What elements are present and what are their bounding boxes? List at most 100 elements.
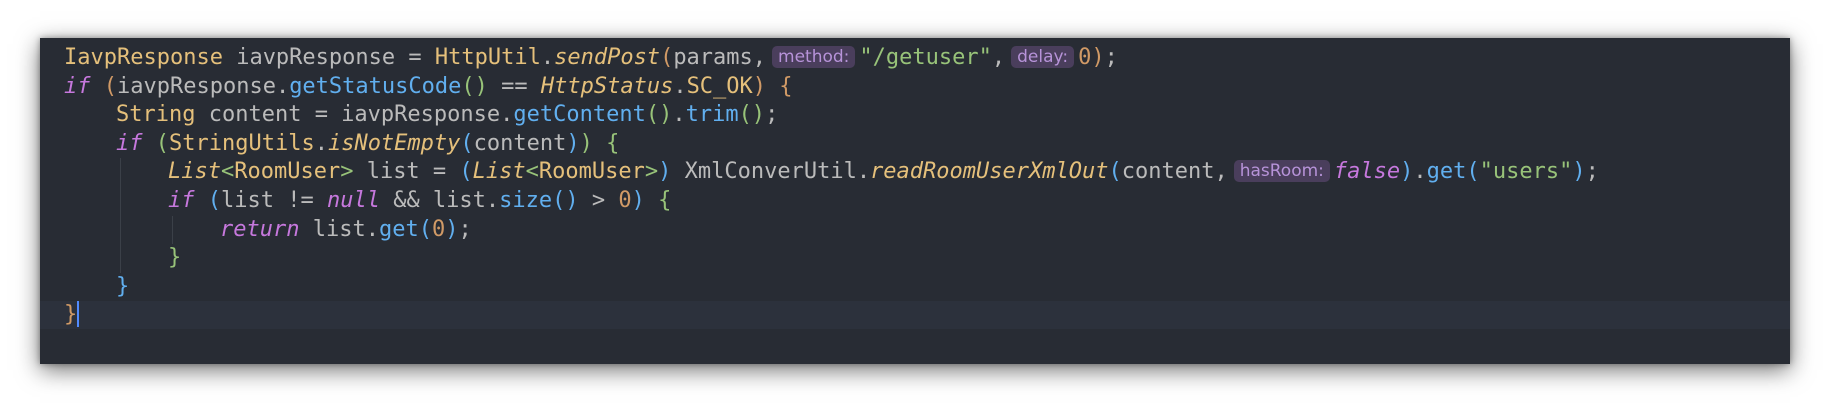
code-token: HttpStatus xyxy=(540,73,674,99)
code-token: ( xyxy=(660,45,674,70)
code-token: < xyxy=(525,159,539,185)
code-token: if xyxy=(116,130,143,156)
code-token: content, xyxy=(1121,159,1228,185)
code-token: ( xyxy=(418,216,432,242)
code-token: ( xyxy=(207,187,221,213)
code-line[interactable]: IavpResponse iavpResponse = HttpUtil.sen… xyxy=(64,44,1790,73)
code-token: ) xyxy=(1400,159,1414,185)
code-token: . xyxy=(1413,159,1427,185)
code-token: iavpResponse. xyxy=(117,73,290,99)
code-line[interactable]: } xyxy=(64,301,1790,330)
code-token: ( xyxy=(1108,159,1122,185)
code-token: ( xyxy=(1466,159,1480,185)
indent-guide xyxy=(120,186,121,216)
code-token: ( xyxy=(155,130,169,156)
code-token: sendPost xyxy=(554,45,661,70)
code-token: SC_OK xyxy=(686,73,753,99)
code-token: readRoomUserXmlOut xyxy=(870,159,1109,185)
code-token: String xyxy=(116,102,196,128)
code-token: RoomUser xyxy=(538,159,645,185)
code-token: ) xyxy=(566,130,580,156)
code-token: ) xyxy=(1091,45,1105,70)
code-token: ( xyxy=(103,73,117,99)
code-token: false xyxy=(1333,159,1401,185)
code-token: ) xyxy=(631,187,645,213)
code-token: () xyxy=(645,102,673,128)
code-token: content xyxy=(473,130,567,156)
code-token: > xyxy=(340,159,354,185)
code-token: . xyxy=(856,159,871,185)
code-token: 0 xyxy=(431,216,446,242)
code-token: () xyxy=(738,102,766,128)
text-cursor xyxy=(77,301,80,328)
code-token: } xyxy=(168,245,182,271)
code-token: getStatusCode xyxy=(289,73,462,99)
code-token: if xyxy=(64,73,91,99)
code-line[interactable]: if (StringUtils.isNotEmpty(content)) { xyxy=(64,130,1790,159)
code-token: . xyxy=(314,130,328,156)
code-token: List xyxy=(168,159,221,185)
code-token: () xyxy=(552,187,579,213)
code-line[interactable]: String content = iavpResponse.getContent… xyxy=(64,101,1790,130)
code-token: return xyxy=(220,216,300,242)
code-token: } xyxy=(64,302,78,328)
code-token: . xyxy=(673,73,687,99)
code-token: . xyxy=(672,102,686,128)
indent-guide xyxy=(120,158,121,187)
code-line[interactable]: if (iavpResponse.getStatusCode() == Http… xyxy=(64,73,1790,102)
code-token: List xyxy=(472,159,526,185)
parameter-hint: method: xyxy=(772,46,856,68)
code-editor[interactable]: IavpResponse iavpResponse = HttpUtil.sen… xyxy=(40,38,1790,364)
code-token: IavpResponse xyxy=(64,45,223,70)
code-token: ; xyxy=(765,102,779,128)
code-token: ) xyxy=(752,73,767,99)
code-token: { xyxy=(658,187,672,213)
code-token: 0 xyxy=(1078,45,1092,70)
code-line[interactable]: List<RoomUser> list = (List<RoomUser>) X… xyxy=(64,158,1790,187)
indent-guide xyxy=(120,215,121,245)
code-token: } xyxy=(116,273,130,299)
code-area[interactable]: IavpResponse iavpResponse = HttpUtil.sen… xyxy=(64,44,1790,330)
code-token: ) xyxy=(579,130,593,156)
code-token: get xyxy=(1426,159,1467,185)
code-line[interactable]: if (list != null && list.size() > 0) { xyxy=(64,186,1790,216)
code-token: () xyxy=(461,73,488,99)
code-token: HttpUtil xyxy=(434,45,541,70)
code-token: 0 xyxy=(618,187,632,213)
code-token: params, xyxy=(673,45,767,70)
code-token: < xyxy=(220,159,235,185)
code-token: size xyxy=(499,187,553,213)
code-token: content = iavpResponse. xyxy=(195,102,514,128)
code-token: list != xyxy=(221,187,327,213)
code-token: trim xyxy=(685,102,739,128)
code-token: ; xyxy=(1104,45,1118,70)
code-token: isNotEmpty xyxy=(327,130,461,156)
code-token: ; xyxy=(458,216,472,242)
code-token: ( xyxy=(459,159,473,185)
code-token: ) xyxy=(445,216,459,242)
code-token: "/getuser" xyxy=(859,45,992,70)
code-token: getContent xyxy=(513,102,646,128)
code-token: StringUtils xyxy=(169,130,315,156)
code-token: . xyxy=(540,45,555,70)
indent-guide xyxy=(172,215,173,245)
code-token: ( xyxy=(460,130,474,156)
code-token: ) xyxy=(658,159,672,185)
code-token: > xyxy=(578,187,619,213)
code-token: == xyxy=(487,73,541,99)
code-token: iavpResponse = xyxy=(222,45,435,70)
code-line[interactable]: } xyxy=(64,273,1790,302)
code-token: && list. xyxy=(379,187,500,213)
code-token: list = xyxy=(353,159,460,185)
code-line[interactable]: return list.get(0); xyxy=(64,215,1790,245)
code-line[interactable]: } xyxy=(64,244,1790,273)
indent-guide xyxy=(120,244,121,273)
parameter-hint: delay: xyxy=(1011,46,1075,68)
